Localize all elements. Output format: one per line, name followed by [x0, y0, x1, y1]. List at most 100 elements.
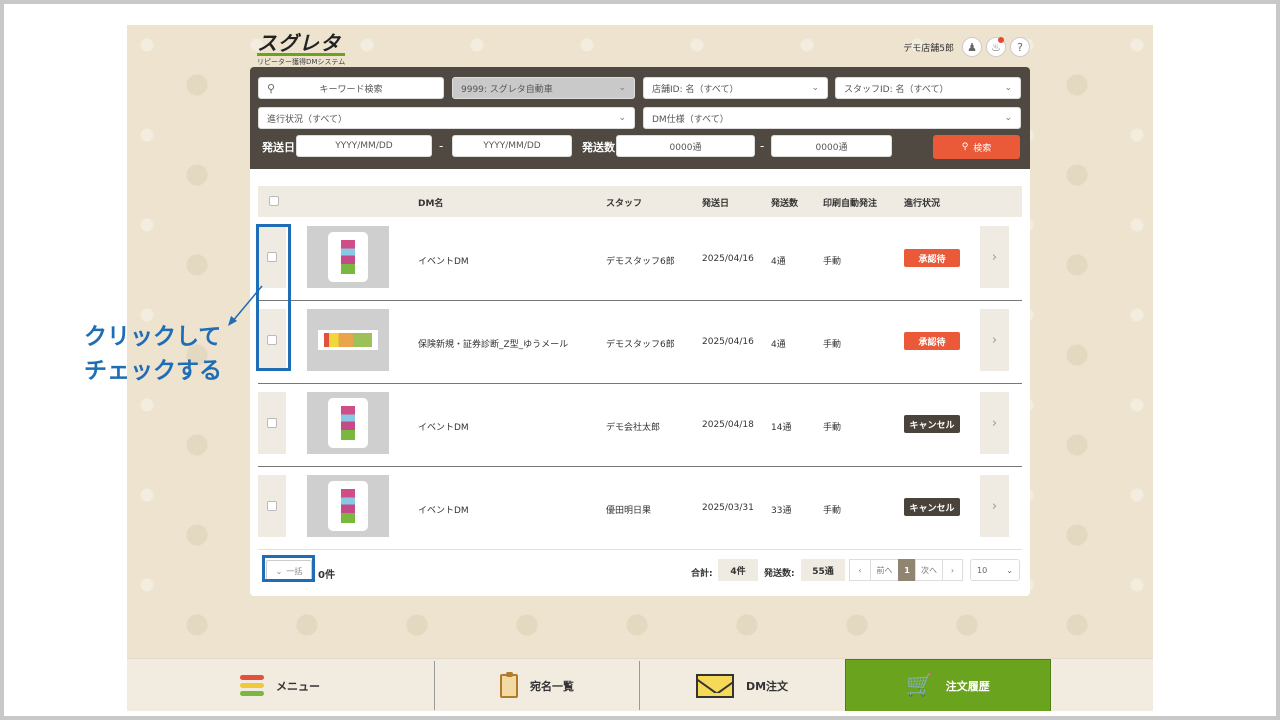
- row-detail-button[interactable]: ›: [980, 475, 1009, 537]
- send-count: 4通: [771, 340, 786, 350]
- keyword-search-input[interactable]: ⚲ キーワード検索: [258, 77, 444, 99]
- date-from-input[interactable]: YYYY/MM/DD: [296, 135, 432, 157]
- next-arrow-button[interactable]: ›: [942, 559, 963, 581]
- user-icon[interactable]: ♟: [962, 37, 982, 57]
- search-panel: ⚲ キーワード検索 9999: スグレタ自動車 ⌄ 店舗ID: 名（すべて） ⌄…: [250, 67, 1030, 169]
- selected-count: 0件: [318, 570, 335, 581]
- staff-name: デモスタッフ6郎: [606, 340, 675, 350]
- store-select[interactable]: 店舗ID: 名（すべて） ⌄: [643, 77, 828, 99]
- send-date: 2025/04/16: [702, 254, 754, 264]
- send-count: 4通: [771, 257, 786, 267]
- row-detail-button[interactable]: ›: [980, 226, 1009, 288]
- row-detail-button[interactable]: ›: [980, 309, 1009, 371]
- select-all-checkbox[interactable]: [269, 196, 279, 206]
- nav-order-history[interactable]: 🛒 注文履歴: [845, 659, 1051, 711]
- date-to-input[interactable]: YYYY/MM/DD: [452, 135, 572, 157]
- send-date-label: 発送日: [262, 141, 295, 154]
- annotation-text: クリックして チェックする: [84, 320, 222, 388]
- col-auto-print: 印刷自動発注: [823, 199, 878, 209]
- clipboard-icon: [500, 671, 518, 698]
- nav-menu-label: メニュー: [276, 679, 320, 693]
- notification-dot: [998, 37, 1004, 43]
- dm-thumbnail: [307, 392, 389, 454]
- staff-select[interactable]: スタッフID: 名（すべて） ⌄: [835, 77, 1021, 99]
- row-checkbox[interactable]: [267, 418, 277, 428]
- col-staff: スタッフ: [606, 199, 643, 209]
- nav-dm-order-label: DM注文: [745, 679, 789, 693]
- total-label: 合計:: [691, 569, 713, 579]
- next-page-button[interactable]: 次へ: [915, 559, 943, 581]
- chevron-down-icon: ⌄: [1004, 83, 1012, 93]
- status-badge: 承認待: [904, 249, 960, 267]
- app-logo[interactable]: スグレタ リピーター獲得DMシステム: [257, 33, 367, 67]
- menu-icon: [240, 675, 264, 696]
- dm-thumbnail: [307, 226, 389, 288]
- date-from-placeholder: YYYY/MM/DD: [335, 141, 393, 151]
- per-page-value: 10: [977, 565, 988, 575]
- nav-dm-order[interactable]: DM注文: [640, 659, 844, 711]
- bottom-nav: メニュー 宛名一覧 DM注文 🛒 注文履歴: [127, 658, 1153, 711]
- cart-icon: 🛒: [906, 673, 934, 698]
- table-header: DM名 スタッフ 発送日 発送数 印刷自動発注 進行状況: [258, 186, 1022, 217]
- annotation-line-2: チェックする: [84, 358, 222, 384]
- chevron-right-icon: ›: [991, 249, 998, 265]
- row-checkbox-cell[interactable]: [258, 392, 286, 454]
- count-from-input[interactable]: 0000通: [616, 135, 755, 157]
- dm-spec-select[interactable]: DM仕様（すべて） ⌄: [643, 107, 1021, 129]
- search-icon: ⚲: [961, 142, 969, 152]
- prev-arrow-button[interactable]: ‹: [849, 559, 871, 581]
- nav-order-history-label: 注文履歴: [945, 679, 990, 693]
- range-separator: -: [760, 139, 765, 153]
- chevron-down-icon: ⌄: [1006, 565, 1013, 575]
- staff-name: デモスタッフ6郎: [606, 257, 675, 267]
- send-total-value: 55通: [801, 559, 845, 581]
- campaign-select: 9999: スグレタ自動車 ⌄: [452, 77, 635, 99]
- row-checkbox[interactable]: [267, 501, 277, 511]
- nav-address-list[interactable]: 宛名一覧: [435, 659, 639, 711]
- auto-print: 手動: [823, 423, 842, 433]
- table-row[interactable]: イベントDM デモスタッフ6郎 2025/04/16 4通 手動 承認待 ›: [258, 218, 1022, 301]
- progress-select[interactable]: 進行状況（すべて） ⌄: [258, 107, 635, 129]
- prev-page-button[interactable]: 前へ: [870, 559, 899, 581]
- send-count-label: 発送数: [582, 141, 615, 154]
- table-row[interactable]: イベントDM デモ会社太郎 2025/04/18 14通 手動 キャンセル ›: [258, 384, 1022, 467]
- progress-select-value: 進行状況（すべて）: [267, 114, 348, 125]
- chevron-down-icon: ⌄: [618, 113, 626, 123]
- search-button[interactable]: ⚲ 検索: [933, 135, 1020, 159]
- table-row[interactable]: イベントDM 優田明日果 2025/03/31 33通 手動 キャンセル ›: [258, 467, 1022, 550]
- staff-name: 優田明日果: [606, 506, 652, 516]
- count-to-input[interactable]: 0000通: [771, 135, 892, 157]
- chevron-right-icon: ›: [950, 565, 955, 575]
- search-button-label: 検索: [973, 143, 992, 154]
- date-to-placeholder: YYYY/MM/DD: [483, 141, 541, 151]
- chevron-down-icon: ⌄: [618, 83, 626, 93]
- help-icon[interactable]: ?: [1010, 37, 1030, 57]
- search-icon: ⚲: [267, 81, 276, 95]
- order-list-panel: DM名 スタッフ 発送日 発送数 印刷自動発注 進行状況 イベントDM デモスタ…: [250, 169, 1030, 596]
- send-count: 33通: [771, 506, 792, 516]
- envelope-icon: [695, 673, 734, 698]
- dm-thumbnail: [307, 475, 389, 537]
- campaign-select-value: 9999: スグレタ自動車: [461, 84, 553, 95]
- keyword-search-label: キーワード検索: [319, 84, 383, 95]
- user-area: デモ店舗5郎 ♟ ♨ ?: [903, 37, 1030, 57]
- row-checkbox-cell[interactable]: [258, 475, 286, 537]
- logo-subtitle: リピーター獲得DMシステム: [257, 58, 346, 66]
- col-dm-name: DM名: [418, 199, 444, 209]
- row-detail-button[interactable]: ›: [980, 392, 1009, 454]
- per-page-select[interactable]: 10 ⌄: [970, 559, 1020, 581]
- bell-icon[interactable]: ♨: [986, 37, 1006, 57]
- table-row[interactable]: 保険新規・証券診断_Z型_ゆうメール デモスタッフ6郎 2025/04/16 4…: [258, 301, 1022, 384]
- send-date: 2025/03/31: [702, 503, 754, 513]
- dm-name: イベントDM: [418, 423, 469, 433]
- dm-name: イベントDM: [418, 506, 469, 516]
- auto-print: 手動: [823, 257, 842, 267]
- send-date: 2025/04/16: [702, 337, 754, 347]
- send-date: 2025/04/18: [702, 420, 754, 430]
- pagination: ‹ 前へ 1 次へ ›: [849, 559, 963, 581]
- nav-menu[interactable]: メニュー: [127, 659, 433, 711]
- current-page[interactable]: 1: [898, 559, 916, 581]
- col-status: 進行状況: [904, 199, 941, 209]
- dm-spec-select-value: DM仕様（すべて）: [652, 114, 729, 125]
- status-badge: キャンセル: [904, 498, 960, 516]
